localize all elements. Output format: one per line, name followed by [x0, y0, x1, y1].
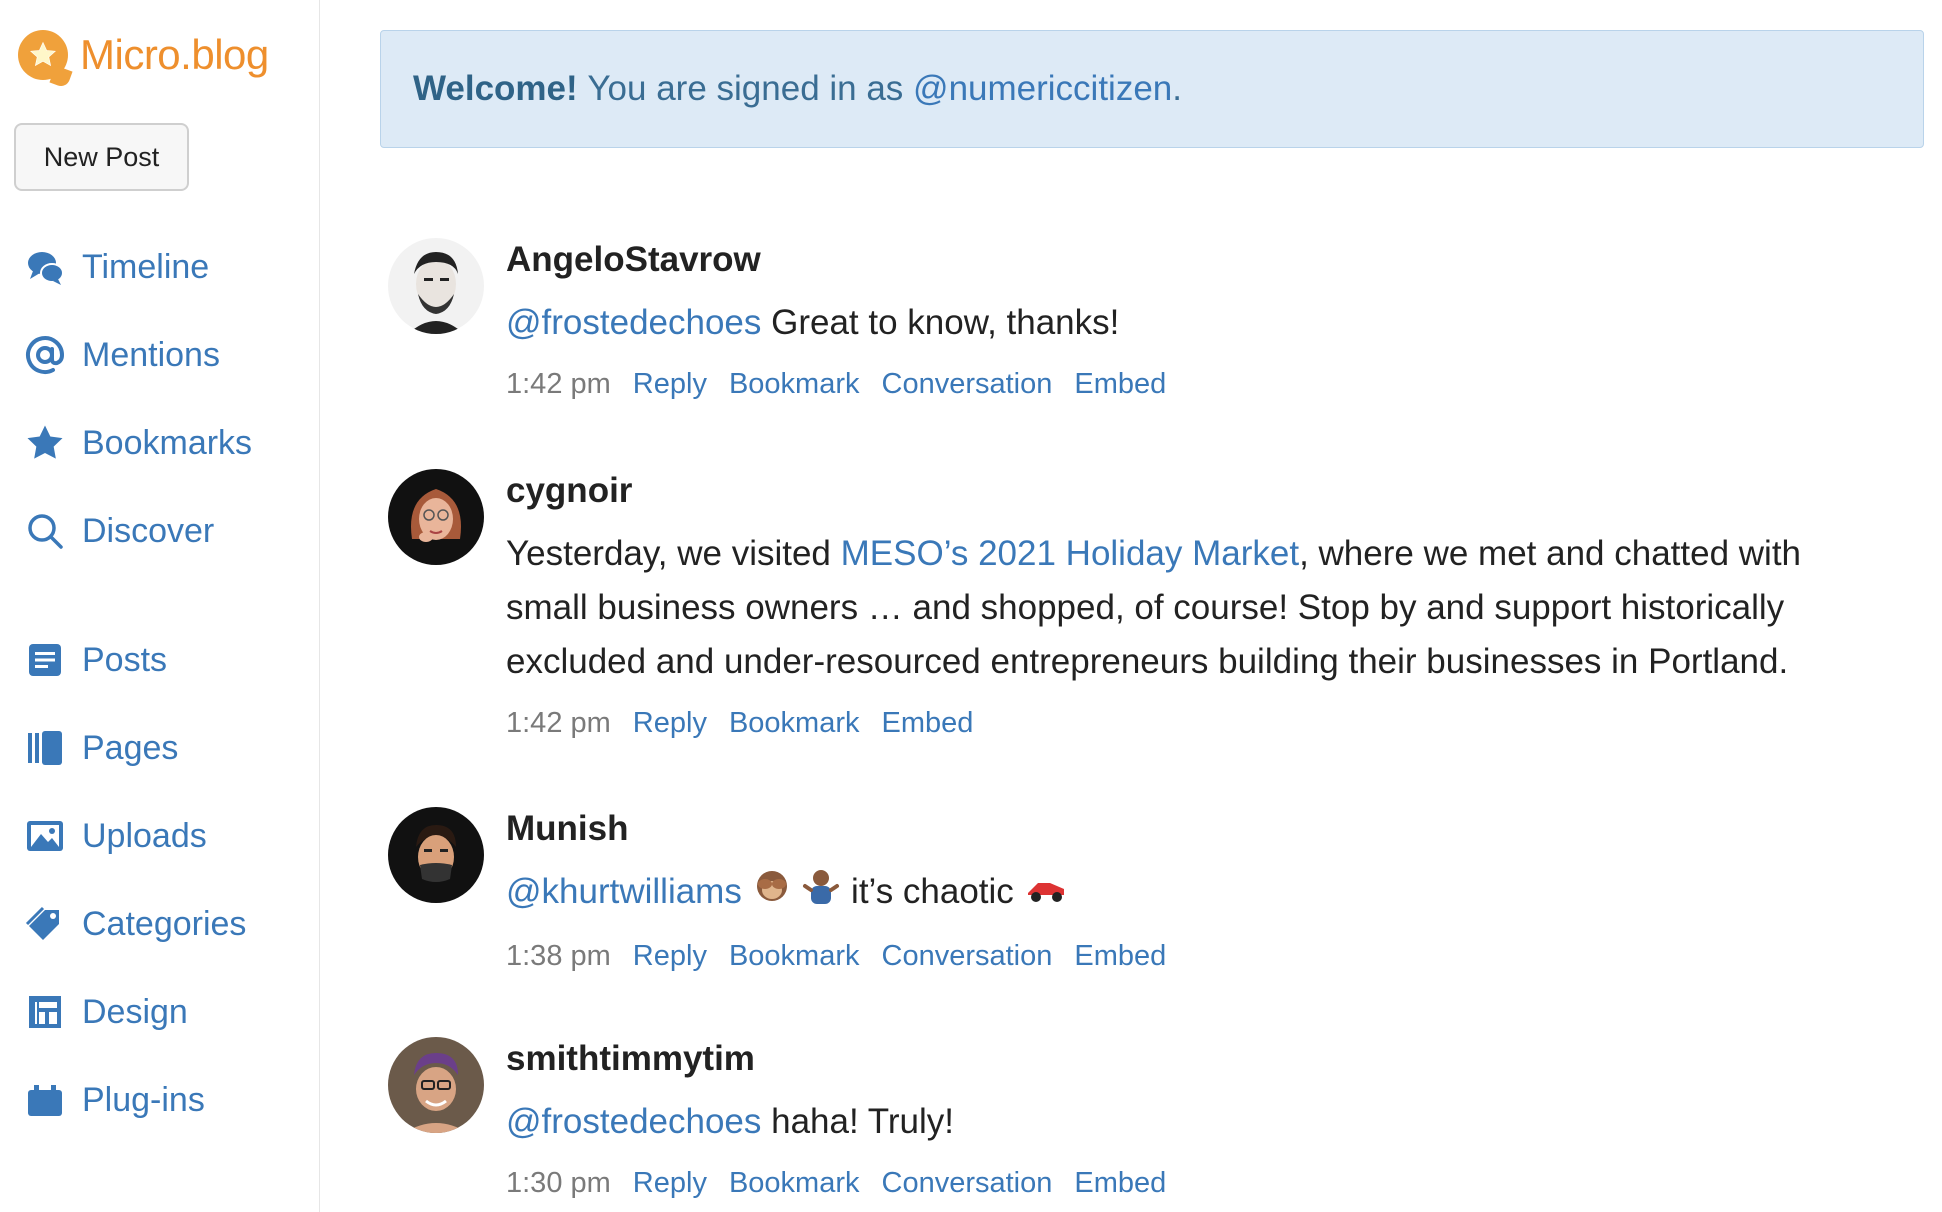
micro-blog-logo-icon — [18, 30, 68, 80]
reply-link[interactable]: Reply — [633, 940, 707, 973]
sidebar-item-label: Categories — [82, 904, 247, 943]
post-meta: 1:30 pm Reply Bookmark Conversation Embe… — [506, 1167, 1886, 1200]
layout-icon — [24, 991, 66, 1033]
post-text: Yesterday, we visited MESO’s 2021 Holida… — [506, 527, 1886, 689]
star-icon — [24, 422, 66, 464]
embed-link[interactable]: Embed — [1074, 368, 1166, 401]
mention-link[interactable]: @khurtwilliams — [506, 872, 742, 911]
mention-link[interactable]: @frostedechoes — [506, 303, 761, 342]
bookmark-link[interactable]: Bookmark — [729, 940, 860, 973]
app: Micro.blog New Post Timeline Mentions Bo… — [0, 0, 1942, 1212]
conversation-link[interactable]: Conversation — [882, 1167, 1053, 1200]
sidebar-item-label: Bookmarks — [82, 423, 253, 462]
embed-link[interactable]: Embed — [1074, 940, 1166, 973]
embed-link[interactable]: Embed — [882, 707, 974, 740]
post-author[interactable]: cygnoir — [506, 469, 1886, 513]
reply-link[interactable]: Reply — [633, 1167, 707, 1200]
avatar[interactable] — [388, 469, 484, 565]
sidebar: Micro.blog New Post Timeline Mentions Bo… — [0, 0, 320, 1212]
sidebar-item-label: Posts — [82, 640, 168, 679]
sidebar-item-uploads[interactable]: Uploads — [24, 806, 207, 866]
book-icon — [24, 727, 66, 769]
reply-link[interactable]: Reply — [633, 707, 707, 740]
post-timestamp[interactable]: 1:42 pm — [506, 368, 611, 401]
embed-link[interactable]: Embed — [1074, 1167, 1166, 1200]
welcome-text: You are signed in as — [587, 69, 904, 108]
post-meta: 1:42 pm Reply Bookmark Embed — [506, 707, 1886, 740]
avatar[interactable] — [388, 238, 484, 334]
chat-bubbles-icon — [24, 246, 66, 288]
welcome-handle-link[interactable]: @numericcitizen — [913, 69, 1172, 109]
post-author[interactable]: AngeloStavrow — [506, 238, 1886, 282]
search-icon — [24, 510, 66, 552]
conversation-link[interactable]: Conversation — [882, 940, 1053, 973]
new-post-button[interactable]: New Post — [14, 123, 189, 191]
bookmark-link[interactable]: Bookmark — [729, 1167, 860, 1200]
post-link[interactable]: MESO’s 2021 Holiday Market — [841, 534, 1299, 573]
brand[interactable]: Micro.blog — [18, 30, 269, 80]
post-meta: 1:38 pm Reply Bookmark Conversation Embe… — [506, 940, 1886, 973]
sidebar-item-label: Design — [82, 992, 188, 1031]
bookmark-link[interactable]: Bookmark — [729, 707, 860, 740]
sidebar-item-label: Discover — [82, 511, 215, 550]
post-timestamp[interactable]: 1:30 pm — [506, 1167, 611, 1200]
post-timestamp[interactable]: 1:38 pm — [506, 940, 611, 973]
sidebar-item-label: Timeline — [82, 247, 210, 286]
avatar[interactable] — [388, 1037, 484, 1133]
reply-link[interactable]: Reply — [633, 368, 707, 401]
mention-link[interactable]: @frostedechoes — [506, 1102, 761, 1141]
timeline-main: Welcome! You are signed in as @numericci… — [380, 0, 1924, 1212]
sidebar-item-pages[interactable]: Pages — [24, 718, 178, 778]
post-content: haha! Truly! — [771, 1102, 955, 1141]
sidebar-item-mentions[interactable]: Mentions — [24, 325, 220, 385]
welcome-suffix: . — [1172, 69, 1182, 108]
plugin-icon — [24, 1079, 66, 1121]
post-timestamp[interactable]: 1:42 pm — [506, 707, 611, 740]
sidebar-item-bookmarks[interactable]: Bookmarks — [24, 413, 252, 473]
sidebar-item-label: Plug-ins — [82, 1080, 205, 1119]
see-no-evil-monkey-emoji-icon — [752, 866, 792, 922]
post-author[interactable]: smithtimmytim — [506, 1037, 1886, 1081]
post-text: @khurtwilliams it’s chaotic — [506, 865, 1886, 922]
welcome-strong: Welcome! — [413, 69, 578, 108]
sidebar-item-design[interactable]: Design — [24, 982, 188, 1042]
sidebar-item-plug-ins[interactable]: Plug-ins — [24, 1070, 205, 1130]
post-text: @frostedechoes Great to know, thanks! — [506, 296, 1886, 350]
post-content-before: Yesterday, we visited — [506, 534, 831, 573]
post-text: @frostedechoes haha! Truly! — [506, 1095, 1886, 1149]
document-icon — [24, 639, 66, 681]
sidebar-item-categories[interactable]: Categories — [24, 894, 246, 954]
sidebar-item-label: Uploads — [82, 816, 207, 855]
person-shrugging-emoji-icon — [801, 866, 841, 922]
race-car-emoji-icon — [1024, 867, 1068, 921]
conversation-link[interactable]: Conversation — [882, 368, 1053, 401]
brand-name: Micro.blog — [80, 31, 269, 78]
post-content: Great to know, thanks! — [771, 303, 1120, 342]
avatar[interactable] — [388, 807, 484, 903]
sidebar-item-posts[interactable]: Posts — [24, 630, 167, 690]
at-icon — [24, 334, 66, 376]
image-icon — [24, 815, 66, 857]
welcome-banner: Welcome! You are signed in as @numericci… — [380, 30, 1924, 148]
bookmark-link[interactable]: Bookmark — [729, 368, 860, 401]
sidebar-item-label: Mentions — [82, 335, 220, 374]
sidebar-item-discover[interactable]: Discover — [24, 501, 214, 561]
sidebar-item-label: Pages — [82, 728, 179, 767]
post-meta: 1:42 pm Reply Bookmark Conversation Embe… — [506, 368, 1886, 401]
post-content: it’s chaotic — [851, 872, 1014, 911]
sidebar-item-timeline[interactable]: Timeline — [24, 237, 209, 297]
post-author[interactable]: Munish — [506, 807, 1886, 851]
tag-icon — [24, 903, 66, 945]
